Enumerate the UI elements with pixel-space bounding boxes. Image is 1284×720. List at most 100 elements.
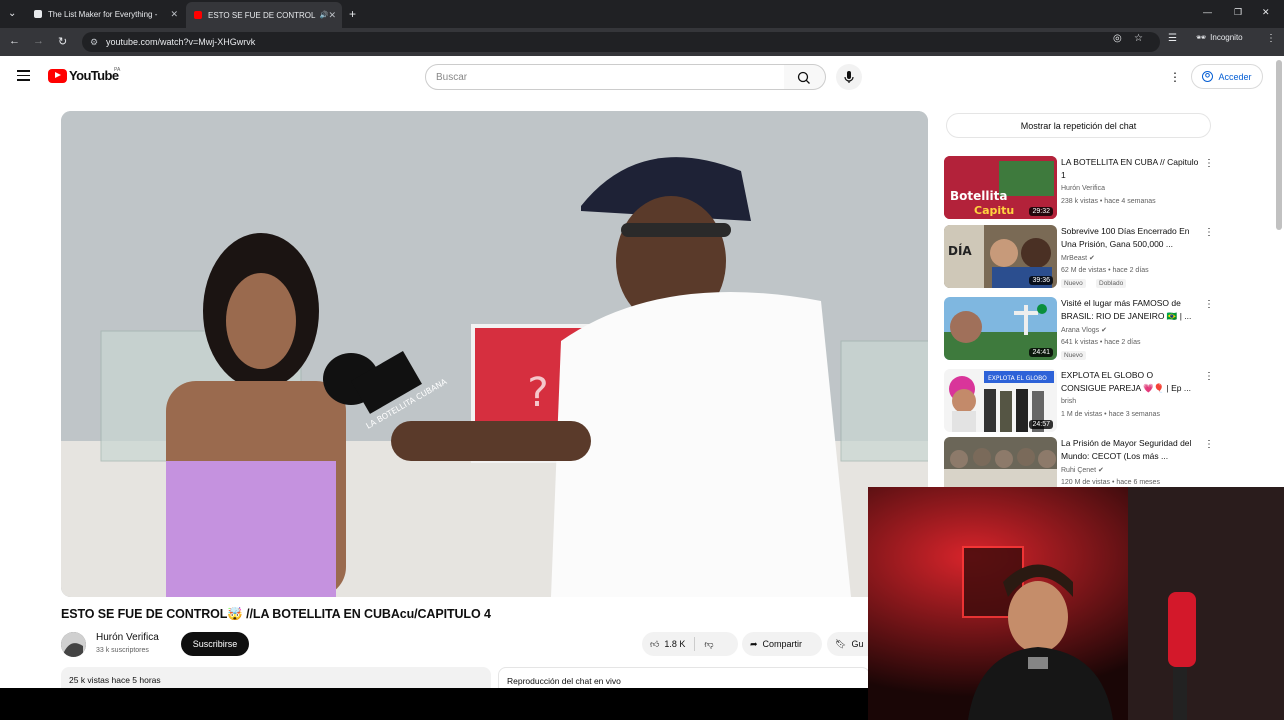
channel-name[interactable]: Hurón Verifica [96, 632, 159, 643]
video-title[interactable]: Visité el lugar más FAMOSO de BRASIL: RI… [1061, 297, 1199, 323]
webcam-overlay [868, 487, 1284, 720]
tab-search-icon[interactable]: ⌄ [8, 8, 16, 19]
browser-tab-video[interactable]: ESTO SE FUE DE CONTROL 🔊 ✕ [186, 2, 342, 28]
video-meta: 1 M de vistas • hace 3 semanas [1061, 411, 1160, 418]
search-placeholder: Buscar [436, 71, 468, 83]
description-box[interactable]: 25 k vistas hace 5 horas [61, 667, 491, 688]
video-duration: 29:32 [1029, 207, 1053, 216]
settings-more-icon[interactable]: ⋮ [1169, 70, 1181, 84]
svg-text:Botellita: Botellita [950, 189, 1007, 203]
views-and-date: 25 k vistas hace 5 horas [69, 675, 161, 685]
channel-name[interactable]: MrBeast ✔ [1061, 254, 1095, 262]
incognito-indicator[interactable]: 🕶 Incognito [1196, 33, 1243, 42]
address-bar[interactable]: ⚙ youtube.com/watch?v=Mwj-XHGwrvk [82, 32, 1160, 52]
youtube-logo[interactable]: YouTube PA [48, 67, 121, 83]
audio-playing-icon[interactable]: 🔊 [319, 11, 328, 19]
more-actions-icon[interactable]: ⋮ [1204, 227, 1214, 238]
tab-title: The List Maker for Everything - [48, 9, 158, 19]
subscribe-label: Suscribirse [192, 639, 238, 649]
hamburger-menu-icon[interactable] [17, 70, 30, 81]
video-duration: 24:57 [1029, 420, 1053, 429]
channel-name-text: MrBeast [1061, 255, 1088, 262]
logo-text: YouTube [69, 68, 119, 83]
microphone-icon [844, 71, 854, 83]
dubbed-badge: Doblado [1096, 279, 1127, 288]
thumbs-down-icon[interactable]: 👎︎ [704, 639, 713, 650]
like-dislike-button[interactable]: 👍︎ 1.8 K 👎︎ [642, 632, 738, 656]
recommended-video[interactable]: 24:41 Visité el lugar más FAMOSO de BRAS… [944, 297, 1214, 361]
reload-icon[interactable]: ↻ [58, 35, 67, 48]
channel-name-text: Ruhi Çenet [1061, 467, 1097, 474]
chat-replay-button-label: Mostrar la repetición del chat [1020, 120, 1137, 131]
verified-icon: ✔ [1101, 327, 1107, 334]
back-arrow-icon[interactable]: ← [9, 35, 20, 47]
verified-icon: ✔ [1097, 467, 1104, 474]
video-title[interactable]: La Prisión de Mayor Seguridad del Mundo:… [1061, 437, 1199, 463]
show-chat-replay-button[interactable]: Mostrar la repetición del chat [946, 113, 1211, 138]
channel-name[interactable]: Arana Vlogs ✔ [1061, 326, 1107, 334]
eye-off-icon[interactable]: ◎ [1113, 33, 1122, 44]
more-actions-icon[interactable]: ⋮ [1204, 158, 1214, 169]
video-thumbnail[interactable]: EXPLOTA EL GLOBO 24:57 [944, 369, 1057, 432]
browser-menu-icon[interactable]: ⋮ [1266, 33, 1276, 44]
signin-label: Acceder [1218, 71, 1252, 82]
channel-avatar[interactable] [61, 632, 86, 657]
youtube-favicon-icon [194, 11, 202, 19]
tab-title: ESTO SE FUE DE CONTROL [208, 10, 316, 20]
video-title: ESTO SE FUE DE CONTROL🤯 //LA BOTELLITA E… [61, 607, 491, 621]
site-info-icon[interactable]: ⚙ [90, 37, 98, 48]
page-scrollbar[interactable] [1276, 60, 1282, 230]
search-icon [797, 71, 810, 84]
maximize-icon[interactable]: ❐ [1234, 7, 1242, 18]
video-title[interactable]: EXPLOTA EL GLOBO O CONSIGUE PAREJA 💗🎈 | … [1061, 369, 1199, 395]
recommended-video[interactable]: DÍA 39:36 Sobrevive 100 Días Encerrado E… [944, 225, 1214, 289]
voice-search-button[interactable] [836, 64, 862, 90]
channel-name-text: Arana Vlogs [1061, 327, 1100, 334]
more-actions-icon[interactable]: ⋮ [1204, 299, 1214, 310]
list-favicon-icon [34, 10, 42, 18]
channel-name[interactable]: Hurón Verifica [1061, 185, 1105, 192]
url-text: youtube.com/watch?v=Mwj-XHGwrvk [106, 37, 256, 47]
video-thumbnail[interactable]: 24:41 [944, 297, 1057, 360]
new-tab-plus-icon[interactable]: + [349, 7, 356, 21]
incognito-label: Incognito [1210, 33, 1243, 42]
forward-arrow-icon[interactable]: → [33, 35, 44, 47]
channel-avatar-image [61, 632, 86, 657]
recommended-video[interactable]: EXPLOTA EL GLOBO 24:57 EXPLOTA EL GLOBO … [944, 369, 1214, 433]
recommended-video[interactable]: Botellita Capitu 29:32 LA BOTELLITA EN CU… [944, 156, 1214, 220]
video-frame: ? LA BOTELLITA CUBANA [61, 111, 928, 597]
browser-tab-strip: ⌄ The List Maker for Everything - ✕ ESTO… [0, 0, 1284, 28]
svg-text:?: ? [527, 370, 548, 416]
video-thumbnail[interactable]: DÍA 39:36 [944, 225, 1057, 288]
channel-name[interactable]: Ruhi Çenet ✔ [1061, 466, 1104, 474]
video-duration: 24:41 [1029, 348, 1053, 357]
search-button[interactable] [784, 64, 826, 90]
video-player[interactable]: ? LA BOTELLITA CUBANA [61, 111, 928, 597]
live-chat-replay-box[interactable]: Reproducción del chat en vivo [498, 667, 870, 688]
incognito-icon: 🕶 [1196, 33, 1207, 42]
browser-tab-listmaker[interactable]: The List Maker for Everything - ✕ [26, 4, 184, 24]
subscribe-button[interactable]: Suscribirse [181, 632, 249, 656]
browser-toolbar: ← → ↻ ⚙ youtube.com/watch?v=Mwj-XHGwrvk … [0, 28, 1284, 56]
close-tab-icon[interactable]: ✕ [328, 10, 336, 21]
logo-region: PA [114, 67, 121, 73]
bookmark-star-icon[interactable]: ☆ [1134, 33, 1143, 44]
signin-button[interactable]: Acceder [1191, 64, 1263, 89]
video-meta: 62 M de vistas • hace 2 días [1061, 267, 1149, 274]
close-tab-icon[interactable]: ✕ [170, 9, 178, 20]
close-window-icon[interactable]: ✕ [1262, 7, 1270, 18]
more-actions-icon[interactable]: ⋮ [1204, 371, 1214, 382]
video-title[interactable]: LA BOTELLITA EN CUBA // Capitulo 1 [1061, 156, 1199, 182]
video-thumbnail[interactable]: Botellita Capitu 29:32 [944, 156, 1057, 219]
thumbs-up-icon: 👍︎ [650, 638, 660, 649]
reading-list-icon[interactable]: ☰ [1168, 33, 1177, 44]
youtube-play-icon [48, 68, 67, 83]
search-input[interactable]: Buscar [425, 64, 785, 90]
video-title[interactable]: Sobrevive 100 Días Encerrado En Una Pris… [1061, 225, 1199, 251]
video-duration: 39:36 [1029, 276, 1053, 285]
new-badge: Nuevo [1061, 351, 1086, 360]
share-button[interactable]: ➦ Compartir [742, 632, 822, 656]
channel-name[interactable]: brish [1061, 398, 1076, 405]
minimize-icon[interactable]: — [1203, 7, 1212, 17]
more-actions-icon[interactable]: ⋮ [1204, 439, 1214, 450]
